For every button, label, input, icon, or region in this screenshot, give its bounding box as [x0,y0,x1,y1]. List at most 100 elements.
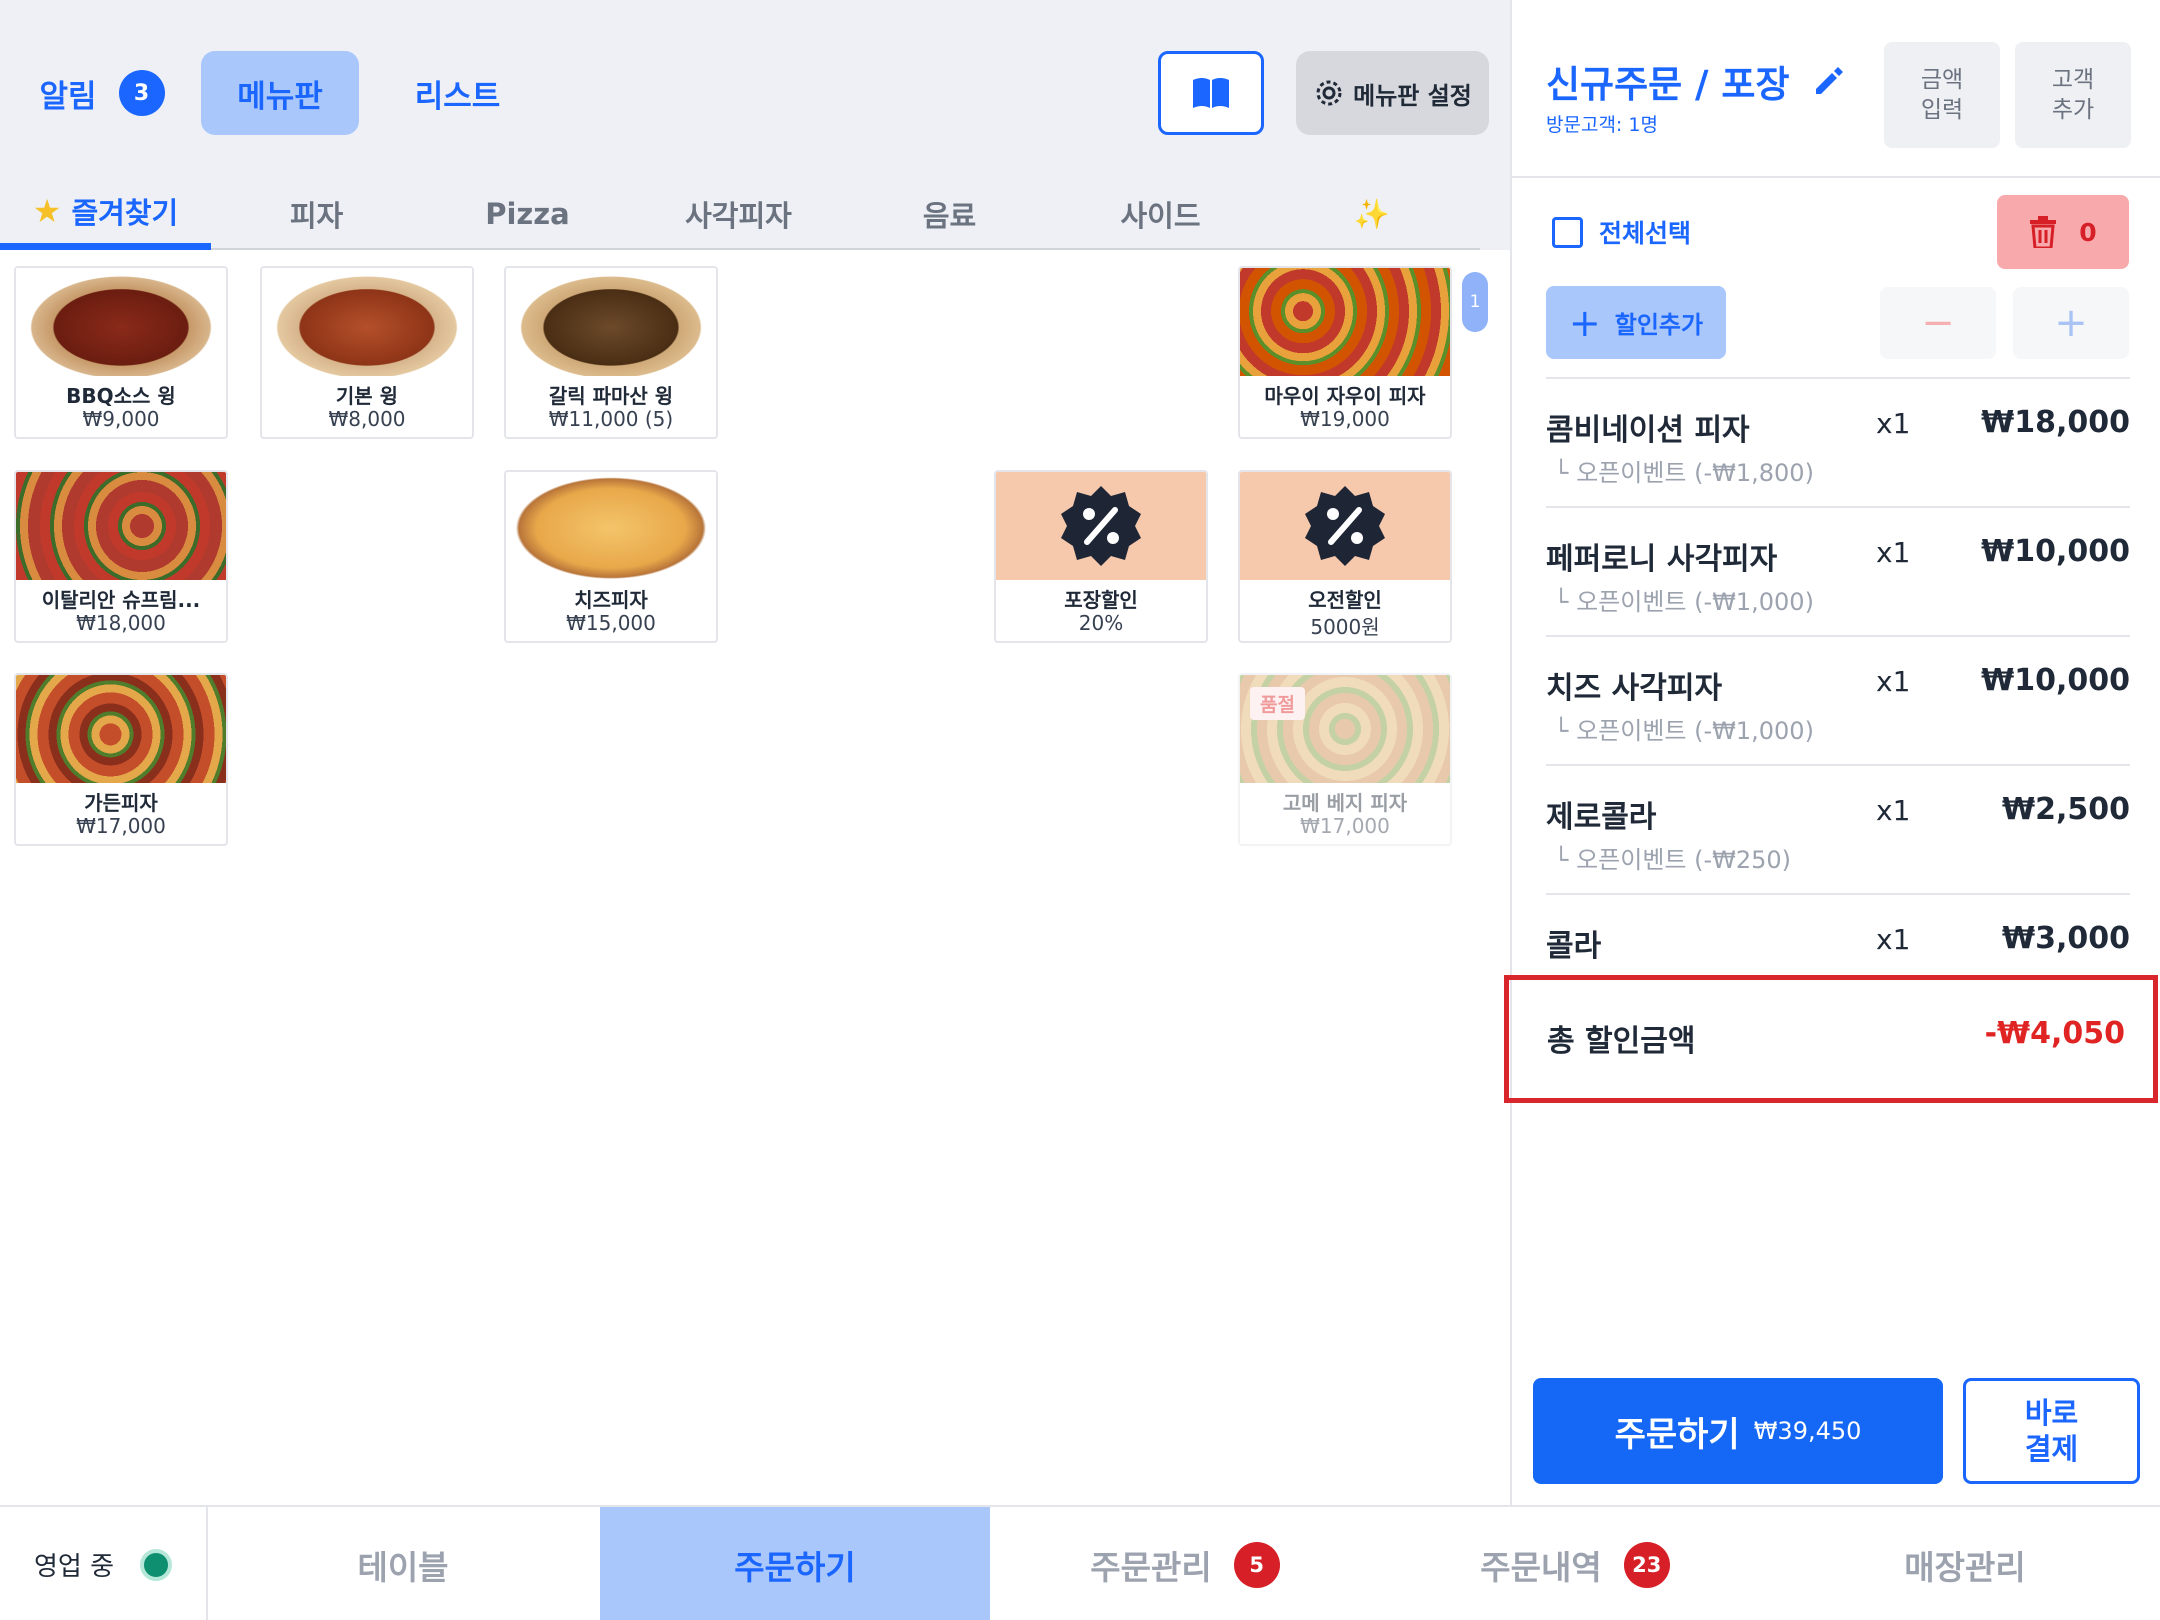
nav-tab-label: 주문하기 [734,1547,856,1587]
select-all-checkbox[interactable]: 전체선택 [1552,214,1691,250]
item-name: 제로콜라 [1546,800,1657,835]
alarm-label: 알림 [39,78,97,115]
order-pane: 신규주문 / 포장 방문고객: 1명 금액 입력 고객 추가 전체선택 0 + … [1510,0,2160,1505]
order-item-row[interactable]: 치즈 사각피자 x1 ₩10,000 └ 오픈이벤트 (-₩1,000) [1546,635,2130,765]
nav-tab-order-history[interactable]: 주문내역 23 [1380,1507,1770,1620]
add-discount-button[interactable]: + 할인추가 [1546,286,1726,359]
menu-image [16,675,226,783]
status-label: 영업 중 [33,1552,115,1582]
item-discount-note: └ 오픈이벤트 (-₩1,000) [1554,717,1814,745]
menu-tile[interactable]: 기본 윙 ₩8,000 [260,266,474,439]
alarm-button[interactable]: 알림 3 [22,52,182,134]
checkbox-icon [1552,216,1583,248]
menu-tile-soldout[interactable]: 품절 고메 베지 피자 ₩17,000 [1238,673,1452,846]
menu-topbar: 알림 3 메뉴판 리스트 메뉴판 설정 ★ 즐겨찾기 피자 Pizza 사각피자… [0,0,1510,250]
item-price: ₩10,000 [1981,534,2130,569]
status-dot-icon [140,1548,173,1581]
increase-qty-button[interactable]: + [2013,287,2129,359]
nav-tab-store-management[interactable]: 매장관리 [1770,1507,2160,1620]
item-qty: x1 [1876,794,1911,827]
item-name: 콜라 [1546,929,1602,964]
menu-tile[interactable]: BBQ소스 윙 ₩9,000 [14,266,228,439]
page-indicator[interactable]: 1 [1462,272,1488,332]
menu-image [16,472,226,580]
tab-pizza[interactable]: 피자 [211,178,422,250]
tab-sides[interactable]: 사이드 [1055,178,1266,250]
menuboard-settings-button[interactable]: 메뉴판 설정 [1296,51,1489,135]
visitor-count: 방문고객: 1명 [1546,114,1658,136]
menu-book-button[interactable] [1158,51,1264,135]
nav-tab-tables[interactable]: 테이블 [208,1507,598,1620]
settings-label: 메뉴판 설정 [1353,81,1472,110]
menu-image [262,268,472,376]
menu-name: 이탈리안 슈프림... [41,588,201,612]
discount-tile[interactable]: 오전할인 5000원 [1238,470,1452,643]
amount-input-button[interactable]: 금액 입력 [1884,42,2000,148]
menu-tile[interactable]: 가든피자 ₩17,000 [14,673,228,846]
menu-tile[interactable]: 이탈리안 슈프림... ₩18,000 [14,470,228,643]
item-name: 치즈 사각피자 [1546,671,1723,706]
plus-icon: + [1568,300,1601,345]
menu-name: 오전할인 [1308,588,1382,612]
menu-name: 갈릭 파마산 윙 [548,384,674,408]
order-title-text: 신규주문 / 포장 [1546,63,1790,106]
menu-tile[interactable]: 갈릭 파마산 윙 ₩11,000 (5) [504,266,718,439]
place-order-button[interactable]: 주문하기 ₩39,450 [1533,1378,1943,1484]
menu-price: ₩15,000 [566,611,656,635]
tab-sparkles[interactable]: ✨ [1266,178,1477,250]
menu-price: ₩19,000 [1300,407,1390,431]
menuboard-view-button[interactable]: 메뉴판 [201,51,359,135]
discount-tile[interactable]: 포장할인 20% [994,470,1208,643]
alarm-count-badge: 3 [118,70,165,116]
order-total-amount: ₩39,450 [1753,1417,1862,1445]
list-view-button[interactable]: 리스트 [395,52,520,134]
tab-drinks[interactable]: 음료 [844,178,1055,250]
nav-tab-order-management[interactable]: 주문관리 5 [990,1507,1380,1620]
menu-tile[interactable]: 마우이 자우이 피자 ₩19,000 [1238,266,1452,439]
order-item-row[interactable]: 콤비네이션 피자 x1 ₩18,000 └ 오픈이벤트 (-₩1,800) [1546,377,2130,507]
nav-tab-label: 주문관리 [1090,1547,1212,1587]
nav-badge: 23 [1623,1541,1670,1588]
item-qty: x1 [1876,536,1911,569]
percent-badge-icon [1061,486,1141,566]
menu-price: ₩17,000 [1300,814,1390,838]
tab-label: 즐겨찾기 [71,195,179,230]
item-qty: x1 [1876,923,1911,956]
item-name: 페퍼로니 사각피자 [1546,542,1778,577]
item-qty: x1 [1876,407,1911,440]
menu-name: 가든피자 [84,791,158,815]
delete-button[interactable]: 0 [1997,195,2129,269]
business-status[interactable]: 영업 중 [0,1507,208,1620]
nav-tab-label: 매장관리 [1904,1547,2026,1587]
discount-image [996,472,1206,580]
menu-tile[interactable]: 치즈피자 ₩15,000 [504,470,718,643]
order-item-row[interactable]: 제로콜라 x1 ₩2,500 └ 오픈이벤트 (-₩250) [1546,764,2130,894]
order-item-row[interactable]: 콜라 x1 ₩3,000 [1546,893,2130,975]
menu-price: ₩11,000 (5) [548,407,674,431]
item-price: ₩3,000 [2002,921,2130,956]
star-icon: ★ [32,191,62,230]
menu-price: ₩17,000 [76,814,166,838]
discount-image [1240,472,1450,580]
pay-now-button[interactable]: 바로 결제 [1963,1378,2140,1484]
order-item-row[interactable]: 페퍼로니 사각피자 x1 ₩10,000 └ 오픈이벤트 (-₩1,000) [1546,506,2130,636]
nav-badge: 5 [1233,1541,1280,1588]
trash-icon [2030,216,2057,248]
menu-image [506,472,716,580]
order-title[interactable]: 신규주문 / 포장 [1546,54,1844,108]
pencil-icon [1815,67,1843,94]
divider [1512,176,2160,178]
tab-pizza-en[interactable]: Pizza [422,178,633,250]
menu-name: 치즈피자 [574,588,648,612]
add-customer-button[interactable]: 고객 추가 [2015,42,2131,148]
menu-price: 20% [1078,611,1124,635]
decrease-qty-button[interactable]: − [1880,287,1996,359]
nav-tab-order[interactable]: 주문하기 [600,1507,990,1620]
category-tabs: ★ 즐겨찾기 피자 Pizza 사각피자 음료 사이드 ✨ [0,178,1480,250]
tab-square-pizza[interactable]: 사각피자 [633,178,844,250]
menu-name: 고메 베지 피자 [1282,791,1408,815]
percent-badge-icon [1305,486,1385,566]
menu-image [16,268,226,376]
tab-favorites[interactable]: ★ 즐겨찾기 [0,178,211,250]
menu-name: 기본 윙 [335,384,399,408]
